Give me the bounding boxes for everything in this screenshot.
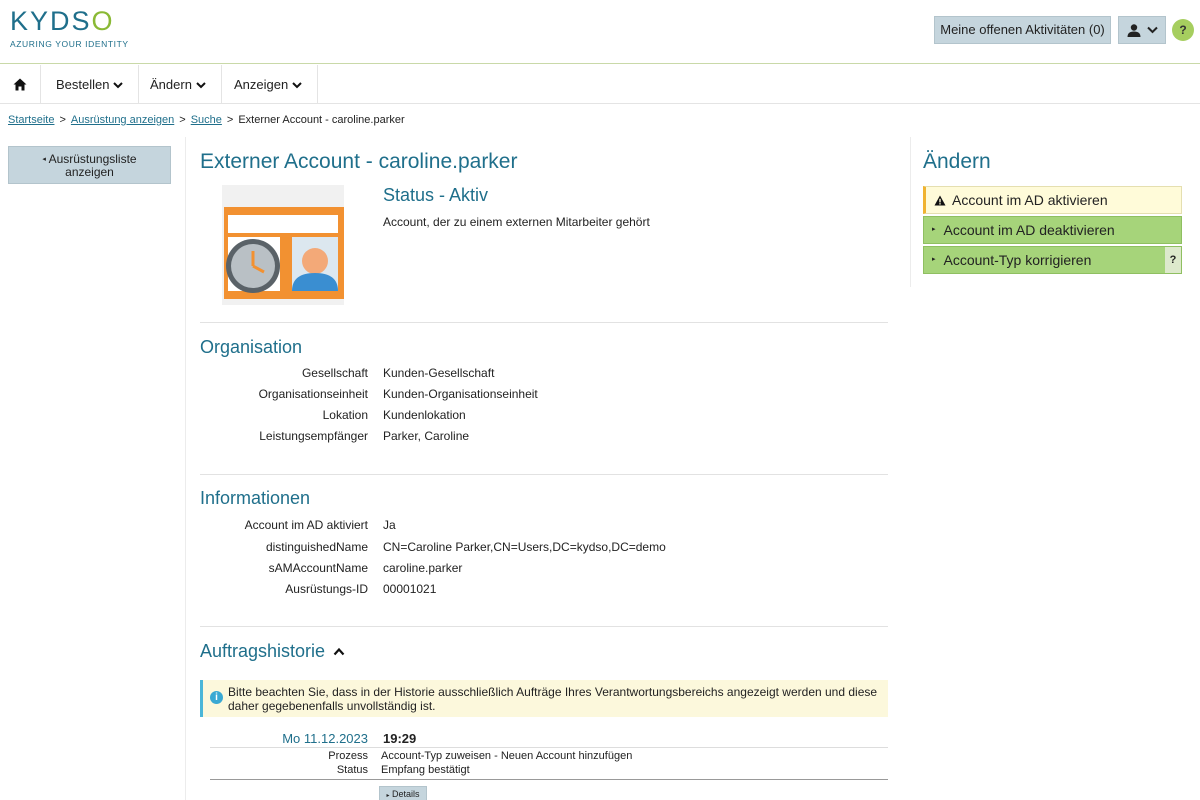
action-label: Account im AD deaktivieren [943,222,1115,238]
left-divider [185,137,186,800]
nav-bestellen[interactable]: Bestellen [42,65,140,104]
deactivate-ad-account-button[interactable]: ▸ Account im AD deaktivieren [923,216,1182,244]
kydso-logo[interactable]: KYDSO AZURING YOUR IDENTITY [10,6,129,49]
page-title: Externer Account - caroline.parker [200,150,518,173]
chevron-down-icon [292,81,302,88]
breadcrumb-ausruestung[interactable]: Ausrüstung anzeigen [71,114,174,126]
history-divider [210,747,888,748]
breadcrumb-separator: > [179,114,186,126]
info-icon: i [210,691,223,704]
back-to-equipment-list-button[interactable]: ◂ Ausrüstungsliste anzeigen [8,146,171,184]
field-value: Parker, Caroline [383,429,470,443]
field-label: sAMAccountName [268,561,368,575]
section-divider [200,474,888,475]
section-divider [200,626,888,627]
breadcrumb: Startseite > Ausrüstung anzeigen > Suche > Ext… [8,114,405,126]
field-value: Kunden-Organisationseinheit [383,387,538,401]
breadcrumb-current: Externer Account - caroline.parker [238,114,405,126]
history-notice-text: Bitte beachten Sie, dass in der Historie… [228,685,878,713]
home-button[interactable] [0,65,41,104]
chevron-right-icon: ▸ [386,793,390,799]
action-label: Account im AD aktivieren [952,192,1108,208]
nav-bestellen-label: Bestellen [56,77,110,92]
action-label: Account-Typ korrigieren [943,252,1092,268]
action-help-button[interactable]: ? [1165,247,1181,273]
history-time: 19:29 [383,731,417,746]
field-label: Leistungsempfänger [259,429,368,443]
chevron-down-icon [1146,26,1158,34]
informationen-heading: Informationen [200,488,311,508]
nav-anzeigen-label: Anzeigen [234,77,289,92]
field-value: CN=Caroline Parker,CN=Users,DC=kydso,DC=… [383,540,666,554]
correct-account-type-button[interactable]: ▸ Account-Typ korrigieren ? [923,246,1182,274]
chevron-right-icon: ▸ [932,256,936,263]
chevron-down-icon [113,81,124,88]
chevron-down-icon [196,81,206,88]
status-description: Account, der zu einem externen Mitarbeit… [383,215,650,229]
field-label: Gesellschaft [301,366,368,380]
history-status-label: Status [336,764,368,776]
field-value: Ja [383,518,396,532]
nav-anzeigen[interactable]: Anzeigen [220,65,319,104]
top-header: KYDSO AZURING YOUR IDENTITY Meine offene… [0,0,1200,64]
back-button-label-line1: Ausrüstungsliste [48,152,137,166]
history-date: Mo 11.12.2023 [282,731,368,746]
details-button-label: Details [392,789,420,799]
history-heading: Auftragshistorie [200,641,326,661]
warning-icon [934,195,946,205]
chevron-up-icon [333,647,345,656]
history-toggle[interactable]: Auftragshistorie [200,641,345,662]
breadcrumb-separator: > [226,114,234,126]
nav-aendern-label: Ändern [150,77,192,92]
nav-aendern[interactable]: Ändern [136,65,222,104]
chevron-right-icon: ▸ [932,226,936,233]
history-divider [210,779,888,780]
activate-ad-account-button[interactable]: Account im AD aktivieren [923,186,1182,214]
history-process-value: Account-Typ zuweisen - Neuen Account hin… [381,750,633,762]
history-status-value: Empfang bestätigt [381,764,470,776]
field-label: Organisationseinheit [258,387,368,401]
logo-tagline: AZURING YOUR IDENTITY [10,39,129,49]
field-label: Ausrüstungs-ID [285,582,368,596]
field-value: 00001021 [383,582,437,596]
history-process-label: Prozess [328,750,368,762]
aendern-heading: Ändern [923,150,991,173]
status-heading: Status - Aktiv [383,185,489,205]
user-menu-button[interactable] [1118,16,1166,44]
organisation-heading: Organisation [200,337,303,357]
chevron-left-icon: ◂ [42,156,46,163]
external-account-icon [222,185,344,305]
home-icon [13,78,27,91]
field-label: distinguishedName [265,540,368,554]
breadcrumb-suche[interactable]: Suche [191,114,222,126]
user-icon [1127,23,1140,37]
details-button[interactable]: ▸ Details [379,786,427,800]
field-value: caroline.parker [383,561,463,575]
field-value: Kundenlokation [383,408,466,422]
section-divider [200,322,888,323]
right-divider [910,137,911,287]
field-label: Account im AD aktiviert [244,518,368,532]
field-value: Kunden-Gesellschaft [383,366,495,380]
breadcrumb-separator: > [59,114,66,126]
breadcrumb-startseite[interactable]: Startseite [8,114,54,126]
history-notice: i Bitte beachten Sie, dass in der Histor… [200,680,888,717]
open-activities-button[interactable]: Meine offenen Aktivitäten (0) [934,16,1111,44]
back-button-label-line2: anzeigen [65,165,114,179]
main-nav: Bestellen Ändern Anzeigen [0,65,1200,104]
logo-wordmark: KYDSO [10,6,115,36]
field-label: Lokation [322,408,368,422]
help-button[interactable]: ? [1172,19,1194,41]
